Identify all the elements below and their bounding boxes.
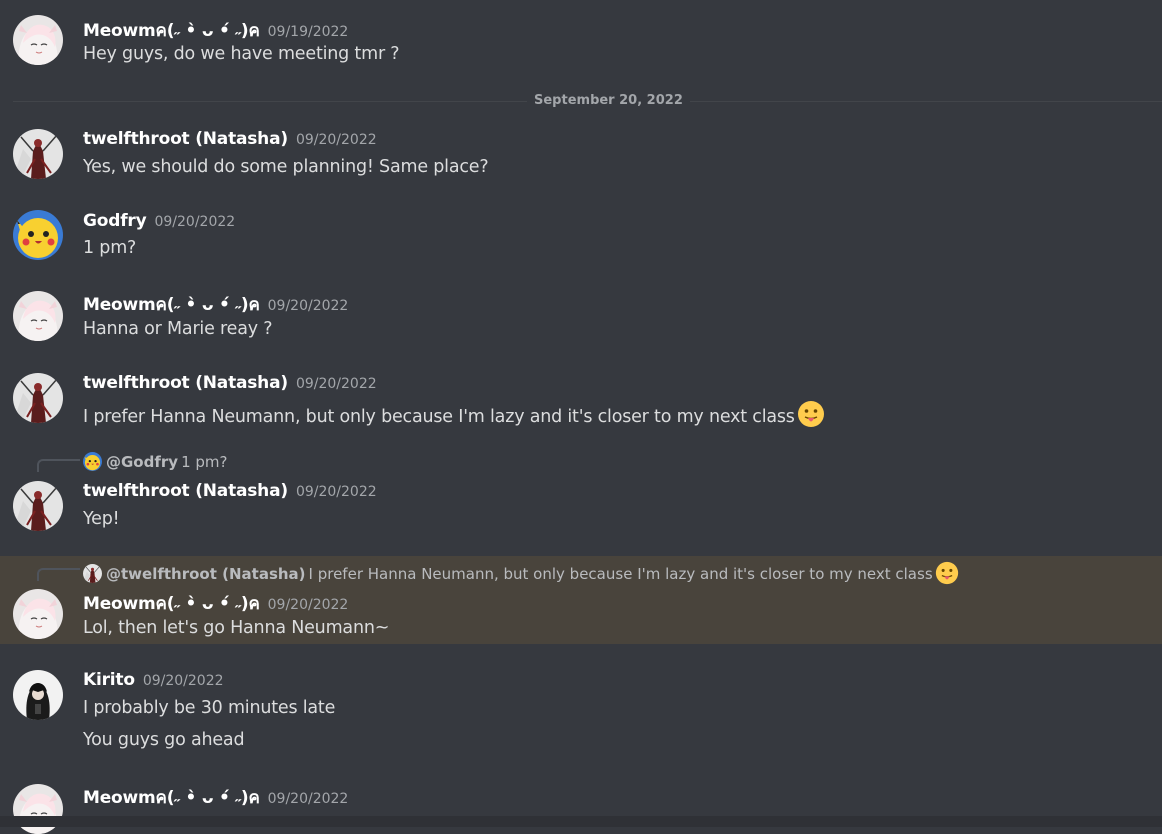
- scroll-bottom-edge: [0, 816, 1162, 827]
- message-text: Yes, we should do some planning! Same pl…: [83, 157, 489, 177]
- timestamp: 09/20/2022: [267, 597, 349, 613]
- timestamp: 09/20/2022: [154, 214, 236, 230]
- username[interactable]: twelfthroot (Natasha) 09/20/2022: [83, 481, 377, 501]
- timestamp: 09/20/2022: [267, 298, 349, 314]
- user-avatar[interactable]: [13, 373, 63, 423]
- user-avatar[interactable]: [13, 291, 63, 341]
- user-avatar[interactable]: [13, 210, 63, 260]
- username-text[interactable]: Kirito: [83, 670, 135, 690]
- reply-avatar: [83, 452, 102, 471]
- username[interactable]: Meowmค(˶ •̀ ᴗ •́ ˶)ค 09/20/2022: [83, 784, 348, 811]
- message-text: Lol, then let's go Hanna Neumann~: [83, 618, 390, 638]
- reply-username[interactable]: @twelfthroot (Natasha): [106, 565, 306, 583]
- timestamp: 09/20/2022: [295, 484, 377, 500]
- username-text[interactable]: Meowmค(˶ •̀ ᴗ •́ ˶)ค: [83, 788, 260, 808]
- user-avatar[interactable]: [13, 670, 63, 720]
- user-avatar[interactable]: [13, 589, 63, 639]
- username-text[interactable]: twelfthroot (Natasha): [83, 129, 288, 149]
- reply-preview[interactable]: @Godfry 1 pm?: [83, 452, 227, 471]
- message-text: I prefer Hanna Neumann, but only because…: [83, 400, 825, 428]
- message-text: Hey guys, do we have meeting tmr ?: [83, 44, 400, 64]
- timestamp: 09/20/2022: [295, 132, 377, 148]
- message-text: Hanna or Marie reay ?: [83, 319, 273, 339]
- username-text[interactable]: twelfthroot (Natasha): [83, 373, 288, 393]
- message-text: Yep!: [83, 509, 120, 529]
- timestamp: 09/20/2022: [267, 791, 349, 807]
- reply-username[interactable]: @Godfry: [106, 453, 178, 471]
- message-text: I probably be 30 minutes late: [83, 698, 336, 718]
- message-text-content: I prefer Hanna Neumann, but only because…: [83, 407, 795, 427]
- reply-avatar: [83, 564, 102, 583]
- reply-text: 1 pm?: [181, 453, 228, 471]
- username[interactable]: Godfry 09/20/2022: [83, 211, 235, 231]
- username[interactable]: Meowmค(˶ •̀ ᴗ •́ ˶)ค 09/20/2022: [83, 590, 348, 617]
- username[interactable]: Meowmค(˶ •̀ ᴗ •́ ˶)ค 09/19/2022: [83, 17, 348, 44]
- username-text[interactable]: Meowmค(˶ •̀ ᴗ •́ ˶)ค: [83, 295, 260, 315]
- user-avatar[interactable]: [13, 481, 63, 531]
- username[interactable]: twelfthroot (Natasha) 09/20/2022: [83, 129, 377, 149]
- username-text[interactable]: Meowmค(˶ •̀ ᴗ •́ ˶)ค: [83, 21, 260, 41]
- message-text: You guys go ahead: [83, 730, 245, 750]
- username-text[interactable]: Meowmค(˶ •̀ ᴗ •́ ˶)ค: [83, 594, 260, 614]
- date-divider-label: September 20, 2022: [527, 93, 690, 108]
- user-avatar[interactable]: [13, 129, 63, 179]
- message-text: 1 pm?: [83, 238, 137, 258]
- reply-connector: [37, 568, 80, 581]
- reply-connector: [37, 459, 80, 472]
- tongue-out-emoji-icon: [935, 561, 959, 585]
- username-text[interactable]: Godfry: [83, 211, 147, 231]
- user-avatar[interactable]: [13, 15, 63, 65]
- username-text[interactable]: twelfthroot (Natasha): [83, 481, 288, 501]
- timestamp: 09/19/2022: [267, 24, 349, 40]
- tongue-out-emoji-icon[interactable]: [797, 400, 825, 428]
- reply-text: I prefer Hanna Neumann, but only because…: [308, 565, 933, 583]
- username[interactable]: twelfthroot (Natasha) 09/20/2022: [83, 373, 377, 393]
- username[interactable]: Meowmค(˶ •̀ ᴗ •́ ˶)ค 09/20/2022: [83, 291, 348, 318]
- username[interactable]: Kirito 09/20/2022: [83, 670, 224, 690]
- timestamp: 09/20/2022: [295, 376, 377, 392]
- reply-preview[interactable]: @twelfthroot (Natasha) I prefer Hanna Neu…: [83, 561, 959, 585]
- timestamp: 09/20/2022: [142, 673, 224, 689]
